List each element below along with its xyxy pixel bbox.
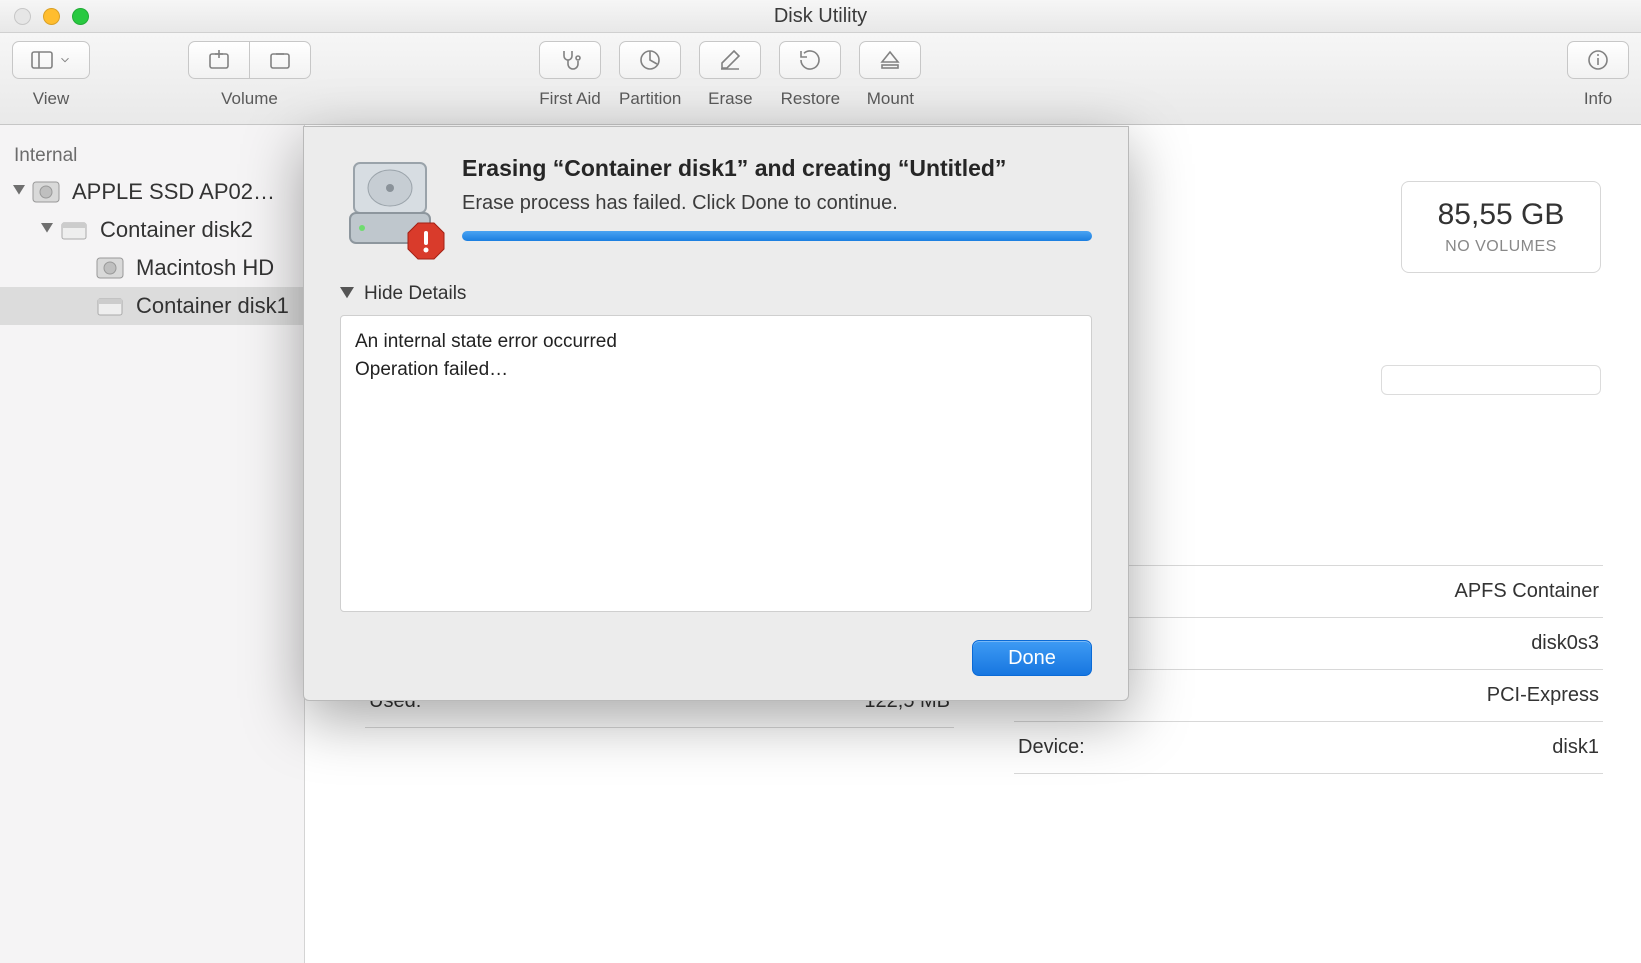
chevron-down-icon <box>58 48 72 72</box>
disclosure-triangle[interactable] <box>36 222 58 238</box>
detail-value: disk1 <box>1552 736 1599 759</box>
volume-remove-button[interactable] <box>249 41 311 79</box>
hard-drive-icon <box>340 155 440 255</box>
details-toggle-label: Hide Details <box>364 283 466 305</box>
pie-chart-icon <box>638 48 662 72</box>
volume-add-button[interactable] <box>188 41 250 79</box>
log-line: Operation failed… <box>355 356 1077 384</box>
capacity-box: 85,55 GB NO VOLUMES <box>1401 181 1601 273</box>
first-aid-button[interactable] <box>539 41 601 79</box>
internal-disk-icon <box>30 179 62 205</box>
dialog-text: Erasing “Container disk1” and creating “… <box>462 155 1092 255</box>
stethoscope-icon <box>558 48 582 72</box>
toolbar-label-view: View <box>33 89 70 109</box>
detail-value: disk0s3 <box>1531 632 1599 655</box>
eject-icon <box>878 48 902 72</box>
sidebar-item-label: APPLE SSD AP02… <box>72 179 275 205</box>
disclosure-triangle[interactable] <box>8 184 30 200</box>
disclosure-down-icon <box>340 287 354 301</box>
info-icon <box>1586 48 1610 72</box>
internal-disk-icon <box>94 255 126 281</box>
done-button[interactable]: Done <box>972 640 1092 676</box>
detail-key: Device: <box>1018 736 1085 759</box>
capacity-value: 85,55 GB <box>1438 198 1565 232</box>
toolbar-label-volume: Volume <box>221 89 278 109</box>
sidebar-item-apple-ssd[interactable]: APPLE SSD AP02… <box>0 173 304 211</box>
detail-row-device: Device: disk1 <box>1014 722 1603 774</box>
toolbar-label-restore: Restore <box>781 89 841 109</box>
restore-button[interactable] <box>779 41 841 79</box>
sidebar-item-label: Container disk1 <box>136 293 289 319</box>
done-button-label: Done <box>1008 647 1056 670</box>
toolbar-group-partition: Partition <box>619 41 681 109</box>
volume-icon <box>94 293 126 319</box>
erase-dialog: Erasing “Container disk1” and creating “… <box>303 126 1129 701</box>
sidebar-layout-icon <box>30 48 54 72</box>
toolbar-group-info: Info <box>1567 41 1629 109</box>
toolbar-label-mount: Mount <box>867 89 914 109</box>
toolbar-label-erase: Erase <box>708 89 752 109</box>
capacity-sub: NO VOLUMES <box>1445 238 1557 256</box>
titlebar: Disk Utility <box>0 0 1641 33</box>
toolbar-label-firstaid: First Aid <box>539 89 600 109</box>
sidebar-item-container-disk1[interactable]: ▸ Container disk1 <box>0 287 304 325</box>
partition-button[interactable] <box>619 41 681 79</box>
toolbar: View Volume First Aid Partition Erase <box>0 33 1641 125</box>
toolbar-group-view: View <box>12 41 90 109</box>
search-field[interactable] <box>1381 365 1601 395</box>
toolbar-group-firstaid: First Aid <box>539 41 601 109</box>
window-title: Disk Utility <box>0 5 1641 28</box>
toolbar-label-info: Info <box>1584 89 1612 109</box>
error-badge-icon <box>406 221 446 261</box>
log-output[interactable]: An internal state error occurred Operati… <box>340 315 1092 612</box>
sidebar-item-container-disk2[interactable]: Container disk2 <box>0 211 304 249</box>
sidebar-section-internal: Internal <box>0 139 304 173</box>
mount-button[interactable] <box>859 41 921 79</box>
volume-add-icon <box>207 48 231 72</box>
toolbar-group-restore: Restore <box>779 41 841 109</box>
sidebar-item-label: Container disk2 <box>100 217 253 243</box>
progress-fill <box>462 231 1092 241</box>
toolbar-label-partition: Partition <box>619 89 681 109</box>
sidebar: Internal APPLE SSD AP02… Container disk2… <box>0 125 305 963</box>
sidebar-item-macintosh-hd[interactable]: ▸ Macintosh HD <box>0 249 304 287</box>
progress-bar <box>462 231 1092 241</box>
volume-icon <box>58 217 90 243</box>
detail-value: APFS Container <box>1454 580 1599 603</box>
eraser-icon <box>718 48 742 72</box>
toolbar-group-mount: Mount <box>859 41 921 109</box>
restore-icon <box>798 48 822 72</box>
detail-value: PCI-Express <box>1487 684 1599 707</box>
log-line: An internal state error occurred <box>355 328 1077 356</box>
toolbar-group-erase: Erase <box>699 41 761 109</box>
toolbar-group-volume: Volume <box>188 41 311 109</box>
sidebar-item-label: Macintosh HD <box>136 255 274 281</box>
view-button[interactable] <box>12 41 90 79</box>
hide-details-toggle[interactable]: Hide Details <box>340 283 1092 305</box>
volume-remove-icon <box>268 48 292 72</box>
dialog-title: Erasing “Container disk1” and creating “… <box>462 155 1092 182</box>
dialog-header: Erasing “Container disk1” and creating “… <box>340 155 1092 255</box>
dialog-footer: Done <box>340 640 1092 676</box>
erase-button[interactable] <box>699 41 761 79</box>
dialog-subtitle: Erase process has failed. Click Done to … <box>462 192 1092 215</box>
info-button[interactable] <box>1567 41 1629 79</box>
